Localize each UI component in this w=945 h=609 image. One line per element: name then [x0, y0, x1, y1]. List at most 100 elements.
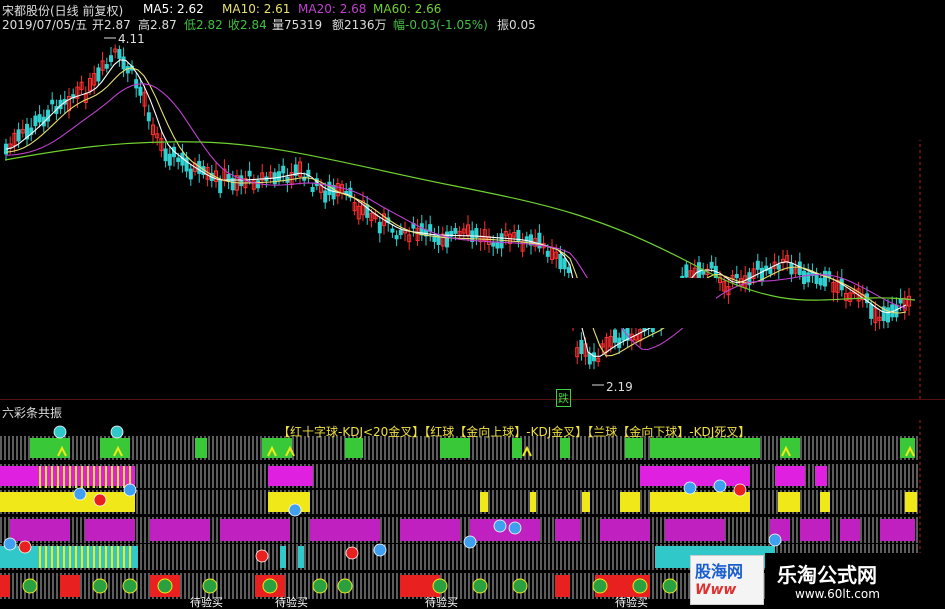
- watermark-right-url: www.60lt.com: [795, 587, 880, 601]
- close-label: 收2.84: [228, 18, 267, 32]
- signal-ball: [463, 535, 477, 549]
- signal-bar: [800, 519, 830, 541]
- signal-bar: [220, 519, 290, 541]
- candle-body: [734, 273, 739, 279]
- candle-body: [697, 262, 701, 279]
- signal-diamond: [662, 578, 678, 594]
- buy-label: 待验买: [615, 595, 648, 609]
- signal-diamond: [592, 578, 608, 594]
- signal-bar: [480, 492, 488, 512]
- watermark-right: 乐淘公式网 www.60lt.com: [765, 553, 945, 609]
- signal-bar: [650, 492, 750, 512]
- signal-ball: [493, 519, 507, 533]
- candle-body: [310, 187, 315, 193]
- signal-ball: [110, 425, 124, 439]
- candle-body: [398, 229, 403, 236]
- candle-body: [239, 175, 244, 187]
- candle-body: [495, 241, 500, 249]
- signal-bar: [30, 438, 70, 458]
- signal-ball: [508, 521, 522, 535]
- signal-bar: [345, 438, 363, 458]
- signal-diamond: [337, 578, 353, 594]
- signal-bar: [10, 519, 70, 541]
- signal-ball: [3, 537, 17, 551]
- candle-body: [818, 278, 823, 286]
- low-marker-label: 2.19: [606, 380, 633, 394]
- signal-diamond: [92, 578, 108, 594]
- signal-bar: [440, 438, 470, 458]
- candle-body: [613, 329, 617, 343]
- candle-body: [562, 258, 567, 270]
- signal-ball: [18, 540, 32, 554]
- candle-body: [138, 86, 143, 96]
- candle-body: [709, 261, 714, 269]
- candle-body: [37, 114, 42, 123]
- signal-bar: [815, 466, 827, 486]
- signal-bar: [625, 438, 643, 458]
- candle-body: [33, 115, 38, 127]
- candle-body: [218, 179, 223, 194]
- signal-bar: [640, 466, 750, 486]
- signal-diamond: [202, 578, 218, 594]
- candle-body: [256, 180, 260, 189]
- signal-bar: [60, 575, 80, 597]
- signal-diamond: [22, 578, 38, 594]
- signal-bar: [268, 466, 313, 486]
- signal-diamond: [472, 578, 488, 594]
- signal-ball: [288, 503, 302, 517]
- candle-body: [802, 270, 806, 284]
- high-label: 高2.87: [138, 18, 177, 32]
- signal-diamond: [157, 578, 173, 594]
- candle-body: [16, 129, 21, 142]
- candle-body: [323, 190, 328, 203]
- candle-body: [163, 148, 168, 162]
- candle-body: [390, 228, 395, 233]
- signal-diamond: [632, 578, 648, 594]
- signal-ball: [713, 479, 727, 493]
- change-label: 幅-0.03(-1.05%): [393, 18, 488, 32]
- candle-body: [768, 268, 773, 274]
- watermark-left: 股海网 Www: [690, 555, 764, 605]
- amplitude-label: 振0.05: [497, 18, 536, 32]
- indicator-name: 六彩条共振: [2, 406, 63, 420]
- signal-bar: [620, 492, 640, 512]
- redacted-block-middle: [228, 278, 716, 328]
- candle-body: [827, 271, 832, 278]
- signal-bar: [195, 438, 207, 458]
- ma60-label: MA60: 2.66: [373, 2, 442, 16]
- candle-body: [327, 181, 332, 196]
- candle-body: [684, 264, 689, 278]
- signal-bar: [840, 519, 860, 541]
- signal-bar: [0, 492, 135, 512]
- signal-ball: [73, 487, 87, 501]
- signal-bar: [0, 575, 10, 597]
- signal-ball: [345, 546, 359, 560]
- signal-bar: [778, 492, 800, 512]
- signal-bar: [560, 438, 570, 458]
- candle-body: [776, 264, 781, 270]
- candle-body: [428, 224, 433, 232]
- signal-diamond: [512, 578, 528, 594]
- candle-body: [277, 171, 281, 181]
- candle-body: [281, 165, 286, 174]
- redacted-block-top: [535, 0, 945, 140]
- signal-bar: [650, 438, 760, 458]
- signal-diamond: [122, 578, 138, 594]
- candle-body: [545, 250, 550, 257]
- candle-body: [650, 328, 655, 333]
- candle-body: [491, 242, 496, 247]
- watermark-right-title: 乐淘公式网: [777, 563, 877, 587]
- signal-ball: [53, 425, 67, 439]
- signal-ball: [255, 549, 269, 563]
- candle-body: [167, 153, 172, 166]
- buy-label: 待验买: [425, 595, 458, 609]
- buy-label: 待验买: [190, 595, 223, 609]
- watermark-left-sub: Www: [695, 582, 737, 598]
- signal-bar: [905, 492, 917, 512]
- candle-body: [587, 352, 592, 365]
- signal-ball: [733, 483, 747, 497]
- candle-body: [445, 231, 449, 248]
- signal-bar: [530, 492, 536, 512]
- candle-body: [823, 270, 827, 287]
- candle-body: [176, 157, 181, 162]
